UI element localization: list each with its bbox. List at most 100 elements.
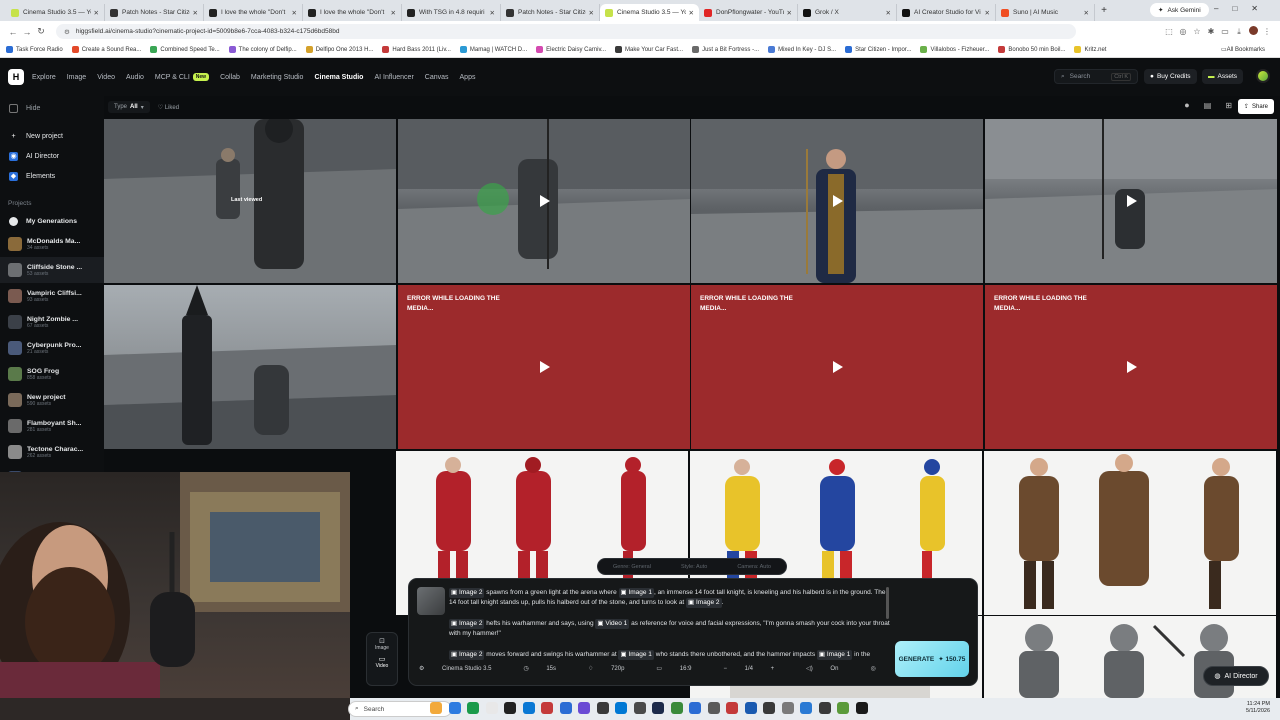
- address-bar[interactable]: ⚙ higgsfield.ai/cinema-studio?cinematic-…: [56, 24, 1076, 39]
- audio-toggle[interactable]: ◁) On: [806, 665, 854, 672]
- taskbar-app-icon[interactable]: [448, 702, 461, 714]
- taskbar-app-icon[interactable]: [744, 702, 757, 714]
- bookmark-item[interactable]: Hard Bass 2011 (Liv...: [382, 46, 451, 53]
- close-tab-icon[interactable]: ✕: [1084, 9, 1089, 17]
- play-icon[interactable]: [833, 361, 843, 373]
- avatar[interactable]: [1256, 69, 1270, 83]
- nav-item-ai-influencer[interactable]: AI Influencer: [374, 74, 413, 81]
- close-tab-icon[interactable]: ✕: [94, 9, 99, 17]
- reference-chip[interactable]: ▣ Image 2: [449, 619, 485, 629]
- reference-chip[interactable]: ▣ Image 2: [686, 598, 722, 608]
- browser-tab[interactable]: With TSG in 4.8 requiri ✕: [402, 4, 501, 21]
- prompt-composer[interactable]: ▣ Image 2 spawns from a green light at t…: [408, 578, 978, 686]
- prompt-paragraph[interactable]: ▣ Image 2 hefts his warhammer and says, …: [449, 619, 894, 639]
- resolution-selector[interactable]: ♢ 720p: [588, 665, 640, 672]
- play-icon[interactable]: [540, 195, 550, 207]
- close-window-icon[interactable]: ✕: [1251, 4, 1272, 13]
- taskbar-app-icon[interactable]: [689, 702, 701, 714]
- browser-tab[interactable]: Grok / X ✕: [798, 4, 897, 21]
- taskbar-app-icon[interactable]: [578, 702, 590, 714]
- taskbar-app-icon[interactable]: [504, 702, 516, 714]
- reference-chip[interactable]: ▣ Video 1: [595, 619, 630, 629]
- minus-icon[interactable]: −: [723, 666, 728, 672]
- list-view-icon[interactable]: ▤: [1204, 101, 1212, 110]
- site-info-icon[interactable]: ⚙: [64, 28, 70, 36]
- taskbar-app-icon[interactable]: [559, 702, 572, 714]
- close-tab-icon[interactable]: ✕: [787, 9, 792, 17]
- bookmark-item[interactable]: Villalobos - Fizheuer...: [920, 46, 989, 53]
- browser-tab[interactable]: Cinema Studio 3.5 — Yo ✕: [6, 4, 105, 21]
- logo[interactable]: H: [8, 69, 24, 85]
- project-item[interactable]: Cyberpunk Pro... 21 assets: [0, 335, 104, 361]
- prompt-scrollbar[interactable]: [886, 587, 889, 619]
- model-selector[interactable]: ⚙ Cinema Studio 3.5: [419, 665, 507, 672]
- share-button[interactable]: ⇪ Share: [1237, 99, 1274, 114]
- taskbar-app-icon[interactable]: [596, 702, 609, 714]
- bookmark-item[interactable]: Mamag | WATCH D...: [459, 46, 527, 53]
- bookmark-item[interactable]: The colony of Delfip...: [228, 46, 297, 53]
- project-item[interactable]: Tectone Charac... 262 assets: [0, 439, 104, 465]
- liked-filter[interactable]: ♡ Liked: [158, 104, 179, 111]
- bookmark-item[interactable]: Combined Speed Te...: [150, 46, 220, 53]
- play-icon[interactable]: [540, 361, 550, 373]
- duration-selector[interactable]: ◷ 15s: [523, 665, 572, 672]
- taskbar-app-icon[interactable]: [837, 702, 849, 714]
- prompt-paragraph[interactable]: ▣ Image 2 spawns from a green light at t…: [449, 588, 894, 608]
- close-tab-icon[interactable]: ✕: [985, 9, 990, 17]
- nav-item-mcp-cli[interactable]: MCP & CLI New: [155, 73, 210, 81]
- aspect-selector[interactable]: ▭ 16:9: [656, 665, 707, 672]
- browser-tab[interactable]: Patch Notes - Star Citizen ✕: [105, 4, 204, 21]
- close-tab-icon[interactable]: ✕: [689, 9, 694, 17]
- prompt-paragraph[interactable]: ▣ Image 2 moves forward and swings his w…: [449, 650, 894, 660]
- minimize-icon[interactable]: –: [1214, 4, 1232, 13]
- search-input[interactable]: ⌕ Search Ctrl K: [1054, 69, 1138, 84]
- eye-off-icon[interactable]: ◎: [1176, 27, 1190, 36]
- play-icon[interactable]: [1127, 361, 1137, 373]
- media-tile-error[interactable]: ERROR WHILE LOADING THE MEDIA...: [398, 285, 690, 449]
- reload-icon[interactable]: ↻: [34, 26, 48, 37]
- project-item[interactable]: Night Zombie ... 67 assets: [0, 309, 104, 335]
- close-tab-icon[interactable]: ✕: [490, 9, 495, 17]
- bookmark-item[interactable]: Star Citizen - Impor...: [845, 46, 911, 53]
- maximize-icon[interactable]: □: [1232, 4, 1251, 13]
- browser-tab[interactable]: Cinema Studio 3.5 — Yo ✕: [600, 4, 699, 21]
- taskbar-app-icon[interactable]: [781, 702, 794, 714]
- all-bookmarks-button[interactable]: ▭ All Bookmarks: [1221, 46, 1265, 54]
- close-tab-icon[interactable]: ✕: [292, 9, 297, 17]
- taskbar-app-icon[interactable]: [652, 702, 664, 714]
- profile-icon[interactable]: [1246, 26, 1260, 37]
- nav-item-cinema-studio[interactable]: Cinema Studio: [314, 74, 363, 81]
- media-tile-error[interactable]: ERROR WHILE LOADING THE MEDIA...: [985, 285, 1277, 449]
- reference-chip[interactable]: ▣ Image 2: [449, 588, 485, 598]
- bookmark-item[interactable]: Delfipo One 2013 H...: [305, 46, 373, 53]
- sidebar-item-my-generations[interactable]: My Generations: [0, 211, 104, 231]
- bookmark-item[interactable]: Task Force Radio: [6, 46, 63, 53]
- project-item[interactable]: SOG Frog 858 assets: [0, 361, 104, 387]
- bookmark-item[interactable]: Bonobo 50 min Boil...: [998, 46, 1065, 53]
- size-slider-handle[interactable]: ●: [1184, 100, 1189, 110]
- nav-item-image[interactable]: Image: [67, 74, 86, 81]
- nav-item-collab[interactable]: Collab: [220, 74, 240, 81]
- taskbar-app-icon[interactable]: [726, 702, 738, 714]
- ask-gemini-button[interactable]: ✦ Ask Gemini: [1150, 3, 1209, 17]
- browser-tab[interactable]: I love the whole "Don't ✕: [204, 4, 303, 21]
- project-item[interactable]: McDonalds Ma... 34 assets: [0, 231, 104, 257]
- close-tab-icon[interactable]: ✕: [193, 9, 198, 17]
- media-tile-error[interactable]: ERROR WHILE LOADING THE MEDIA...: [691, 285, 983, 449]
- window-controls[interactable]: –□✕: [1214, 4, 1272, 13]
- media-tile[interactable]: [104, 285, 396, 449]
- settings-icon[interactable]: ◎: [870, 665, 875, 672]
- prompt-tag[interactable]: Style: Auto: [681, 564, 707, 570]
- taskbar-app-icon[interactable]: [670, 702, 683, 714]
- reference-chip[interactable]: ▣ Image 1: [618, 650, 654, 660]
- taskbar-app-icon[interactable]: [800, 702, 812, 714]
- browser-tab[interactable]: DonPflongwater - YouTube✕: [699, 4, 798, 21]
- close-tab-icon[interactable]: ✕: [589, 9, 594, 17]
- taskbar-app-icon[interactable]: [485, 702, 498, 714]
- browser-tab[interactable]: Patch Notes - Star Citize ✕: [501, 4, 600, 21]
- taskbar-app-icon[interactable]: [541, 702, 553, 714]
- taskbar-app-icon[interactable]: [855, 702, 868, 714]
- reference-chip[interactable]: ▣ Image 2: [449, 650, 485, 660]
- nav-item-marketing-studio[interactable]: Marketing Studio: [251, 74, 304, 81]
- puzzle-icon[interactable]: ✱: [1204, 27, 1218, 36]
